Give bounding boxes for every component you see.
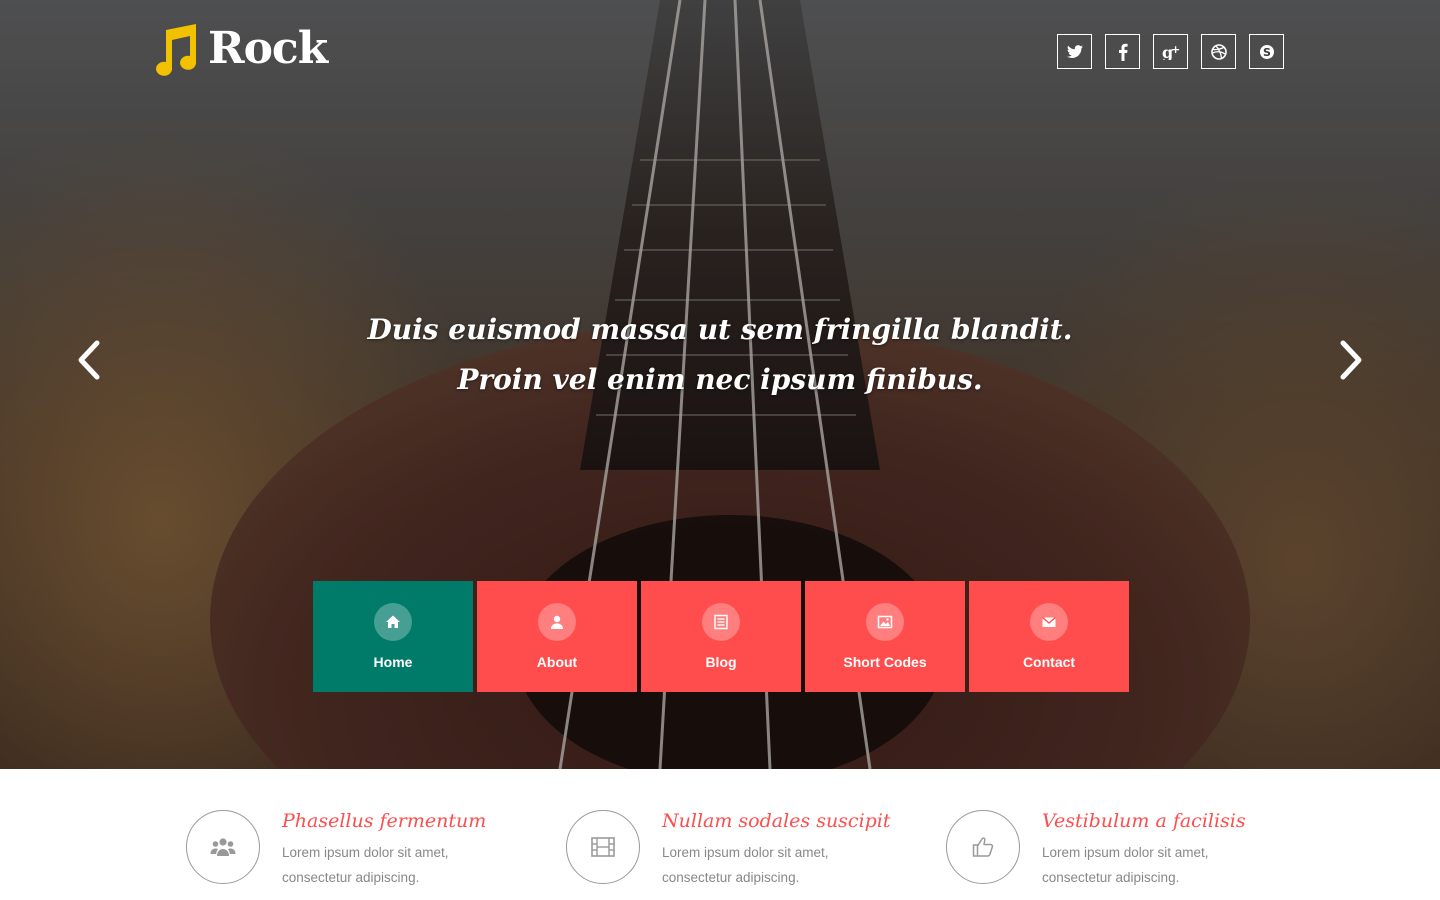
nav-label-blog: Blog <box>705 654 737 670</box>
nav-icon-circle <box>538 603 576 641</box>
svg-text:S: S <box>1263 46 1271 59</box>
feature-description: Lorem ipsum dolor sit amet, consectetur … <box>662 845 829 885</box>
logo-text: Rock <box>208 23 328 74</box>
list-icon <box>714 614 728 630</box>
film-icon <box>591 837 615 857</box>
nav-item-blog[interactable]: Blog <box>641 581 801 692</box>
skype-icon: S <box>1259 44 1274 59</box>
feature-title: Nullam sodales suscipit <box>662 810 891 832</box>
slide-caption: Duis euismod massa ut sem fringilla blan… <box>320 305 1120 405</box>
nav-label-contact: Contact <box>1022 654 1076 670</box>
facebook-icon <box>1118 43 1128 61</box>
nav-icon-circle <box>866 603 904 641</box>
features-section: Phasellus fermentum Lorem ipsum dolor si… <box>0 769 1440 900</box>
dribbble-icon <box>1210 43 1227 60</box>
home-icon <box>386 615 400 628</box>
feature-description: Lorem ipsum dolor sit amet, consectetur … <box>1042 845 1209 885</box>
svg-text:+: + <box>1171 44 1180 56</box>
image-icon <box>877 615 893 629</box>
nav-item-home[interactable]: Home <box>313 581 473 692</box>
nav-item-about[interactable]: About <box>477 581 637 692</box>
chevron-right-icon <box>1340 340 1362 380</box>
site-logo[interactable]: Rock <box>150 22 328 76</box>
users-icon <box>210 838 236 856</box>
main-nav: Home About Blog Short Codes Contact <box>313 581 1129 692</box>
slide-caption-line-1: Duis euismod massa ut sem fringilla blan… <box>367 313 1073 346</box>
nav-icon-circle <box>374 603 412 641</box>
feature-icon-circle <box>566 810 640 884</box>
feature-title: Vestibulum a facilisis <box>1042 810 1246 832</box>
nav-label-short-codes: Short Codes <box>843 654 927 670</box>
feature-icon-circle <box>186 810 260 884</box>
user-icon <box>551 615 563 629</box>
nav-item-contact[interactable]: Contact <box>969 581 1129 692</box>
slider-next-button[interactable] <box>1335 340 1365 380</box>
mail-icon <box>1042 616 1056 627</box>
feature-description: Lorem ipsum dolor sit amet, consectetur … <box>282 845 449 885</box>
skype-button[interactable]: S <box>1249 34 1284 69</box>
nav-icon-circle <box>702 603 740 641</box>
google-plus-button[interactable]: g + <box>1153 34 1188 69</box>
music-note-icon <box>156 24 197 76</box>
nav-label-home: Home <box>373 654 413 670</box>
nav-label-about: About <box>536 654 578 670</box>
google-plus-icon: g + <box>1162 44 1180 60</box>
twitter-button[interactable] <box>1057 34 1092 69</box>
dribbble-button[interactable] <box>1201 34 1236 69</box>
feature-icon-circle <box>946 810 1020 884</box>
nav-item-short-codes[interactable]: Short Codes <box>805 581 965 692</box>
feature-title: Phasellus fermentum <box>282 810 487 832</box>
social-links: g + S <box>1057 34 1284 69</box>
chevron-left-icon <box>78 340 100 380</box>
hero-slider: Rock g + S Duis euismod massa ut sem fri… <box>0 0 1440 769</box>
thumbs-up-icon <box>972 837 994 857</box>
slider-prev-button[interactable] <box>75 340 105 380</box>
nav-icon-circle <box>1030 603 1068 641</box>
slide-caption-line-2: Proin vel enim nec ipsum finibus. <box>457 363 983 396</box>
twitter-icon <box>1066 44 1083 58</box>
facebook-button[interactable] <box>1105 34 1140 69</box>
